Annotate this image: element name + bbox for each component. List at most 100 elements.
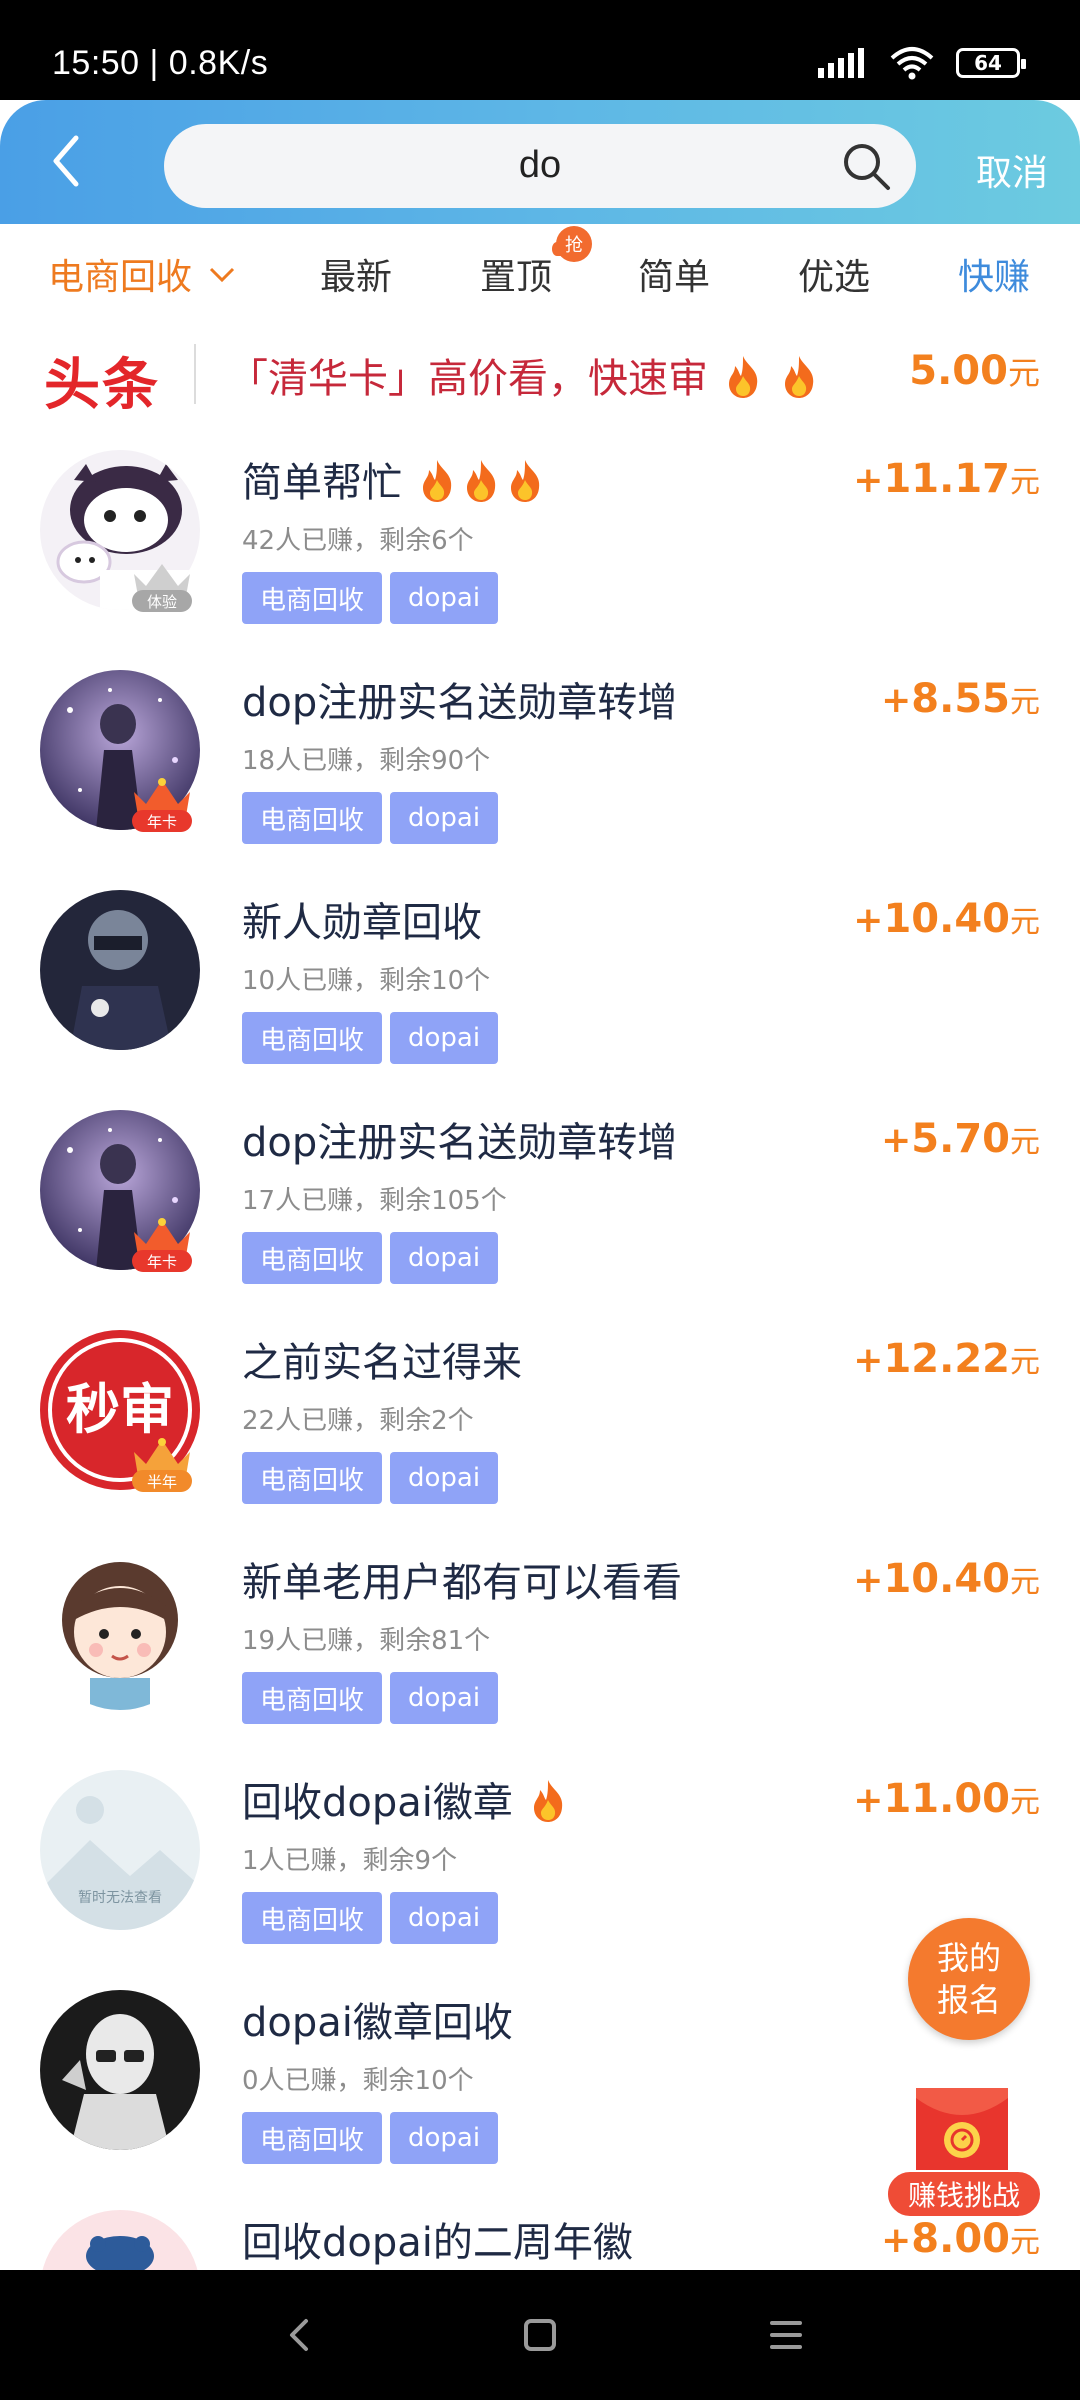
task-item[interactable]: 年卡 dop注册实名送勋章转增 18人已赚，剩余90个 电商回收 dopai +… (0, 646, 1080, 866)
nav-back-icon[interactable] (280, 2315, 320, 2355)
my-applications-line2: 报名 (936, 1981, 1001, 2019)
search-input[interactable]: do (164, 124, 916, 208)
tab-pinned[interactable]: 置顶 (480, 248, 552, 300)
tab-featured[interactable]: 优选 (798, 248, 870, 300)
nav-home-icon[interactable] (520, 2315, 560, 2355)
tag-chip: 电商回收 (242, 1672, 383, 1724)
task-title: 新人勋章回收 (242, 900, 482, 946)
task-item[interactable]: 秒审 半年 之前实名过得来 22人已赚，剩余2个 电商回收 dopai +12.… (0, 1306, 1080, 1526)
crown-badge: 年卡 (132, 1218, 192, 1272)
task-meta: 0人已赚，剩余10个 (242, 2066, 474, 2096)
crown-badge-text: 体验 (147, 593, 177, 611)
task-price: +10.40元 (853, 1556, 1040, 1602)
nav-menu-icon[interactable] (766, 2315, 806, 2355)
avatar-text: 暂时无法查看 (78, 1890, 162, 1906)
task-meta: 18人已赚，剩余90个 (242, 746, 491, 776)
tag-chip: 电商回收 (242, 572, 383, 624)
system-nav-bar (0, 2270, 1080, 2400)
task-price: +11.17元 (853, 456, 1040, 502)
tag-chip: dopai (390, 1232, 499, 1284)
tag-chip: 电商回收 (242, 792, 383, 844)
task-meta: 42人已赚，剩余6个 (242, 526, 474, 556)
task-item[interactable]: 体验 简单帮忙 42人已赚，剩余6个 电商回收 dopai +11.17元 (0, 426, 1080, 646)
headline-text: 「清华卡」高价看，快速审 (228, 346, 821, 404)
tab-ecommerce-recycle[interactable]: 电商回收 (48, 248, 237, 300)
task-title: 回收dopai徽章 (242, 1770, 570, 1828)
headline-amount: 5.00 (909, 348, 1008, 394)
task-item[interactable]: 新单老用户都有可以看看 19人已赚，剩余81个 电商回收 dopai +10.4… (0, 1526, 1080, 1746)
headline-divider (194, 344, 196, 404)
headline-reward: 5.00元 (909, 348, 1040, 394)
task-title: 简单帮忙 (242, 450, 547, 508)
task-item[interactable]: 新人勋章回收 10人已赚，剩余10个 电商回收 dopai +10.40元 (0, 866, 1080, 1086)
task-tags: 电商回收 dopai (242, 1892, 499, 1944)
task-price: +5.70元 (881, 1116, 1040, 1162)
tag-chip: dopai (390, 1672, 499, 1724)
back-arrow-icon[interactable] (38, 126, 108, 196)
task-meta: 22人已赚，剩余2个 (242, 1406, 474, 1436)
status-time: 15:50 | 0.8K/s (52, 44, 269, 82)
headline-text-label: 「清华卡」高价看，快速审 (228, 356, 708, 402)
signal-icon (818, 48, 864, 78)
task-meta: 1人已赚，剩余9个 (242, 1846, 458, 1876)
category-tabs: 电商回收 最新 置顶 抢 简单 优选 快赚 (0, 224, 1080, 322)
tag-chip: dopai (390, 1452, 499, 1504)
search-query: do (518, 144, 562, 186)
task-tags: 电商回收 dopai (242, 1672, 499, 1724)
crown-badge-text: 半年 (147, 1473, 177, 1491)
tag-chip: 电商回收 (242, 1012, 383, 1064)
fire-icon (533, 1780, 562, 1822)
avatar: 暂时无法查看 (40, 1770, 200, 1930)
task-title: 之前实名过得来 (242, 1340, 522, 1386)
fire-icon (422, 460, 451, 502)
task-tags: 电商回收 dopai (242, 1012, 499, 1064)
crown-badge-text: 年卡 (147, 813, 177, 831)
task-price: +12.22元 (853, 1336, 1040, 1382)
task-tags: 电商回收 dopai (242, 792, 499, 844)
task-meta: 17人已赚，剩余105个 (242, 1186, 507, 1216)
hot-badge: 抢 (552, 226, 592, 262)
task-meta: 10人已赚，剩余10个 (242, 966, 491, 996)
earn-challenge-label: 赚钱挑战 (886, 2170, 1042, 2218)
my-applications-line1: 我的 (936, 1939, 1001, 1977)
task-item[interactable]: 暂时无法查看 回收dopai徽章 1人已赚，剩余9个 电商回收 dopai +1… (0, 1746, 1080, 1966)
tab-latest[interactable]: 最新 (320, 248, 392, 300)
tag-chip: 电商回收 (242, 1892, 383, 1944)
task-title: dop注册实名送勋章转增 (242, 680, 678, 726)
fire-icon (510, 460, 539, 502)
tag-chip: dopai (390, 792, 499, 844)
task-item[interactable]: 年卡 dop注册实名送勋章转增 17人已赚，剩余105个 电商回收 dopai … (0, 1086, 1080, 1306)
task-tags: 电商回收 dopai (242, 2112, 499, 2164)
task-price: +8.55元 (881, 676, 1040, 722)
task-title-text: 回收dopai徽章 (242, 1780, 513, 1826)
crown-badge: 年卡 (132, 778, 192, 832)
tag-chip: dopai (390, 1012, 499, 1064)
tab-simple[interactable]: 简单 (638, 248, 710, 300)
search-header: do 取消 (0, 100, 1080, 224)
task-title: dopai徽章回收 (242, 2000, 513, 2046)
task-meta: 19人已赚，剩余81个 (242, 1626, 491, 1656)
crown-badge: 体验 (132, 564, 192, 612)
task-tags: 电商回收 dopai (242, 1232, 499, 1284)
cancel-button[interactable]: 取消 (976, 144, 1048, 196)
my-applications-button[interactable]: 我的 报名 (908, 1918, 1030, 2040)
search-icon[interactable] (840, 140, 894, 194)
task-title: 新单老用户都有可以看看 (242, 1560, 682, 1606)
fire-icon (728, 356, 757, 398)
fire-icon (466, 460, 495, 502)
task-title-text: 简单帮忙 (242, 460, 402, 506)
tag-chip: 电商回收 (242, 2112, 383, 2164)
tab-label: 电商回收 (48, 257, 193, 298)
tag-chip: dopai (390, 572, 499, 624)
avatar (40, 1550, 200, 1710)
chevron-down-icon (210, 267, 235, 283)
tag-chip: 电商回收 (242, 1232, 383, 1284)
task-tags: 电商回收 dopai (242, 572, 499, 624)
headline-banner[interactable]: 头条 「清华卡」高价看，快速审 5.00元 (0, 322, 1080, 426)
status-bar: 15:50 | 0.8K/s 64 (0, 0, 1080, 100)
earn-challenge-button[interactable]: 赚钱挑战 (886, 2088, 1042, 2228)
status-icons: 64 (818, 46, 1026, 80)
tab-quick-earn[interactable]: 快赚 (958, 248, 1030, 300)
battery-icon: 64 (956, 48, 1026, 78)
task-price: +10.40元 (853, 896, 1040, 942)
